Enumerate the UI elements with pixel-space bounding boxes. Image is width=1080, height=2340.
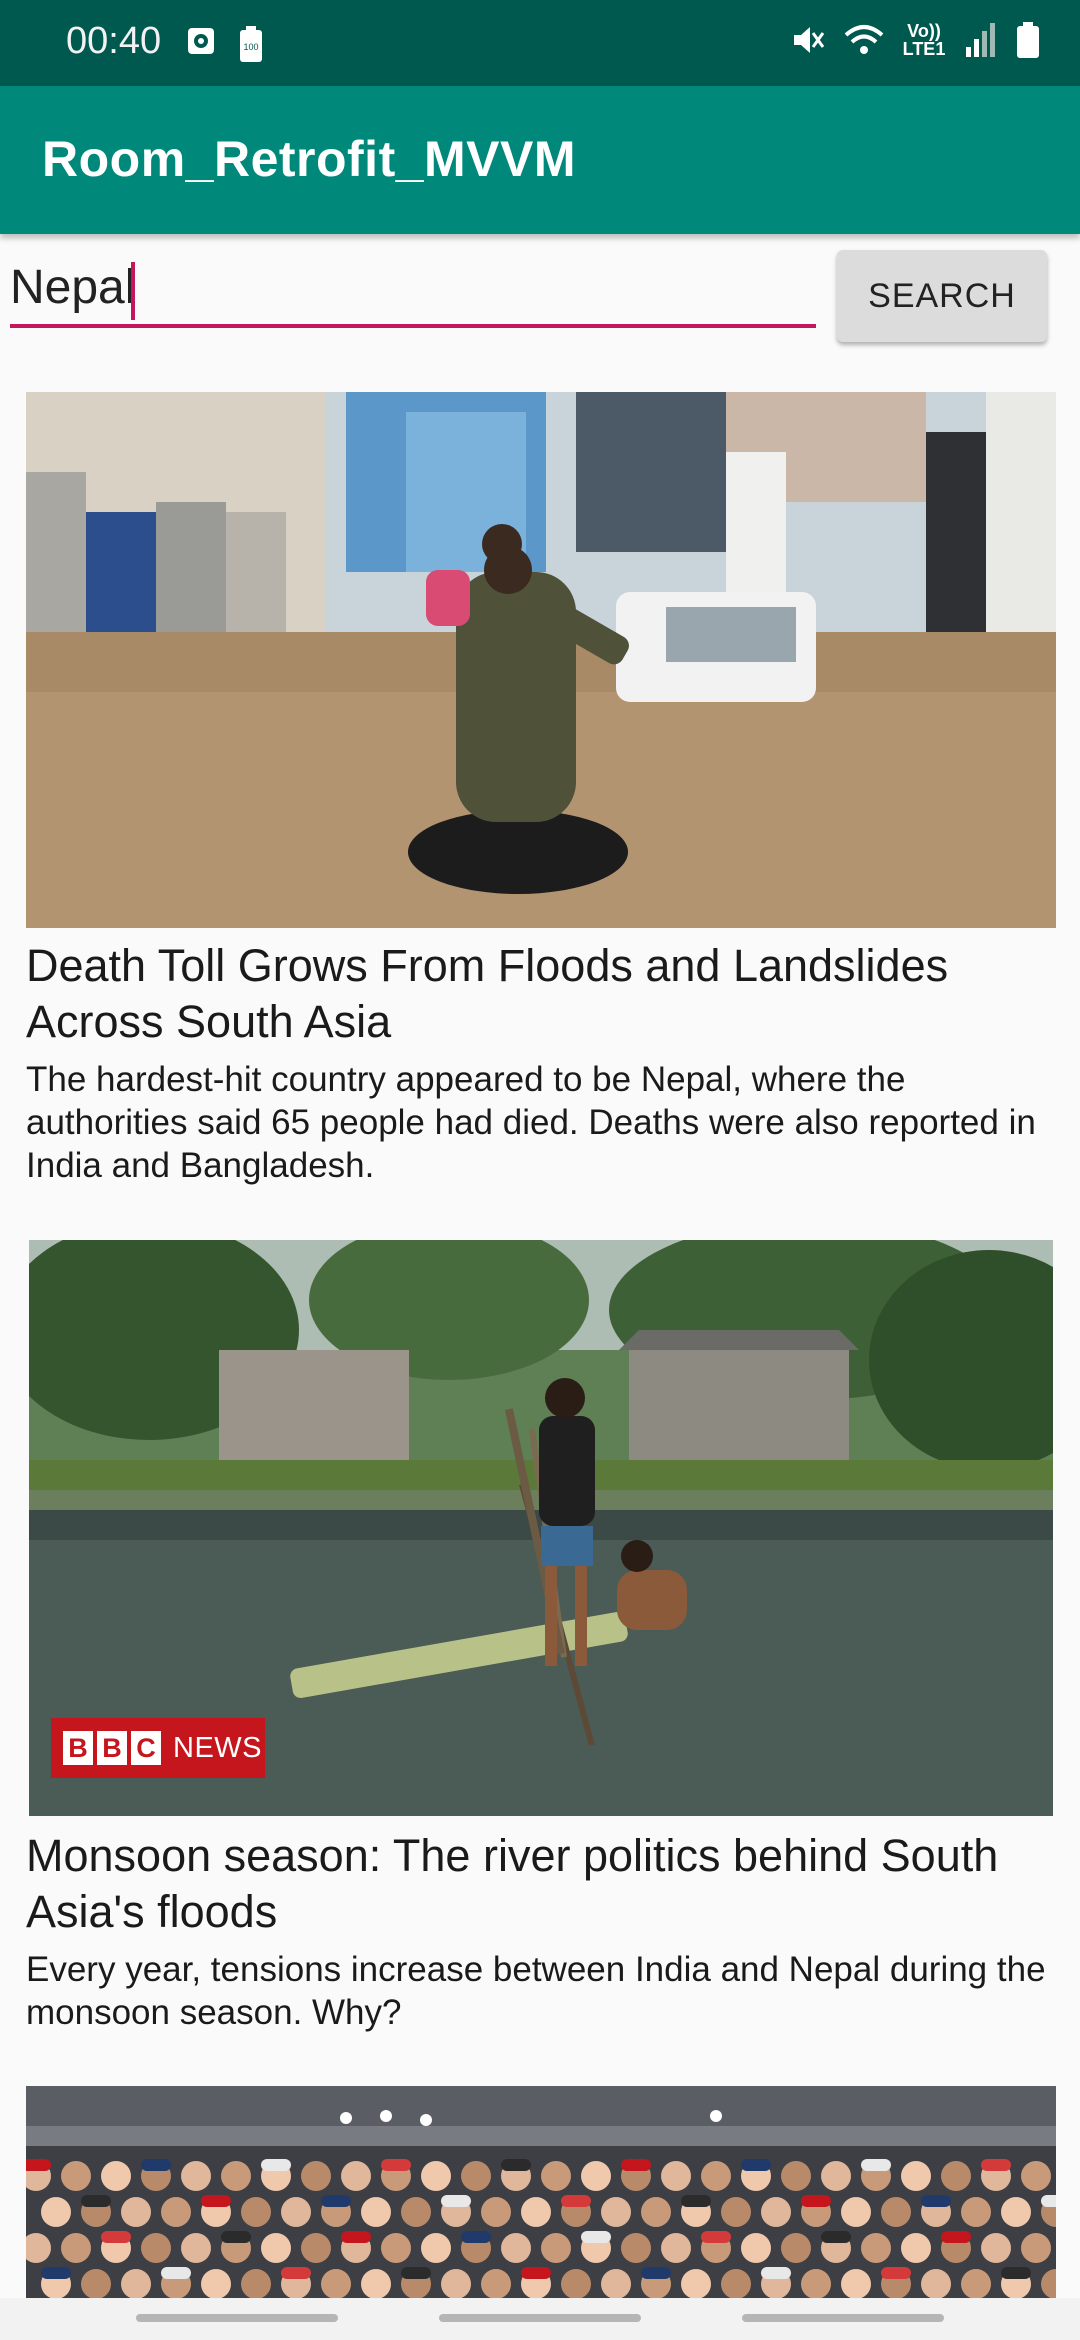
article-image: B B C NEWS [29,1240,1053,1816]
app-bar: Room_Retrofit_MVVM [0,86,1080,234]
nav-recents-handle[interactable] [136,2314,338,2322]
nav-back-handle[interactable] [742,2314,944,2322]
article-image [26,2086,1056,2298]
battery-icon [1017,22,1039,58]
app-title: Room_Retrofit_MVVM [42,131,577,187]
svg-text:100: 100 [243,42,258,52]
signal-icon [966,23,995,57]
clock-icon [188,28,214,54]
article-card[interactable] [26,2086,1056,2298]
status-time: 00:40 [66,20,162,62]
wifi-icon [844,25,884,54]
article-image [26,392,1056,928]
mute-icon [794,27,825,53]
volte-icon: Vo)) LTE1 [902,21,946,59]
status-bar: 00:40 100 Vo)) LTE1 [0,0,1080,86]
article-card[interactable]: Death Toll Grows From Floods and Landsli… [26,392,1056,1192]
bbc-news-logo: B B C NEWS [51,1718,265,1778]
nav-home-handle[interactable] [439,2314,641,2322]
text-cursor [131,262,135,320]
article-title: Death Toll Grows From Floods and Landsli… [26,940,949,1047]
battery-saver-icon: 100 [240,26,262,62]
navigation-bar [0,2298,1080,2340]
article-card[interactable]: B B C NEWS Monsoon season: The river pol… [26,1240,1056,2040]
article-description: The hardest-hit country appeared to be N… [26,1060,1036,1185]
article-description: Every year, tensions increase between In… [26,1950,1046,2032]
search-button[interactable]: SEARCH [837,250,1047,342]
article-title: Monsoon season: The river politics behin… [26,1830,999,1937]
